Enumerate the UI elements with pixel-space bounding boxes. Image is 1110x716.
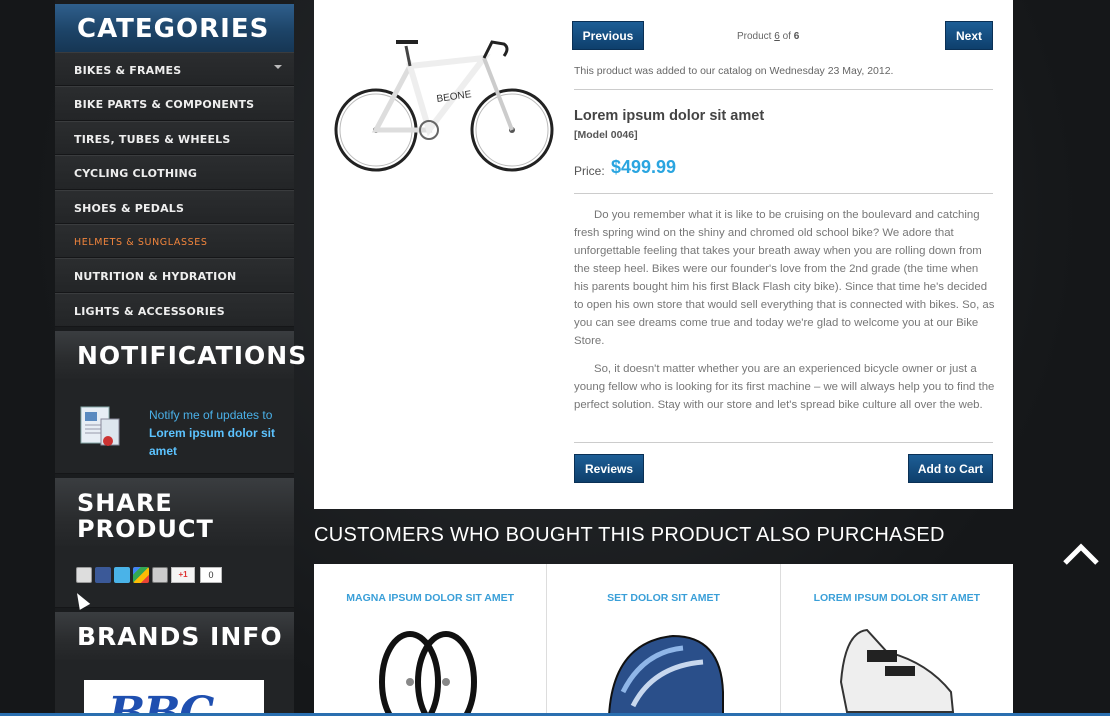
notifications-box: Notify me of updates to Lorem ipsum dolo… — [55, 379, 294, 475]
price-label: Price: — [574, 164, 605, 178]
share-icons: +1 0 — [76, 567, 222, 584]
divider — [574, 442, 993, 443]
category-label: TIRES, TUBES & WHEELS — [74, 132, 231, 146]
google-bookmark-icon[interactable] — [133, 567, 149, 584]
newsletter-icon — [80, 406, 120, 447]
product-details: BEONE Previous Product 6 of 6 Next This … — [314, 0, 1013, 509]
category-label: SHOES & PEDALS — [74, 201, 185, 215]
notifications-header: NOTIFICATIONS — [55, 327, 306, 380]
bike-product-image[interactable]: BEONE — [334, 28, 556, 188]
brands-box: BBC — [55, 660, 294, 716]
brand-logo-text: BBC — [108, 688, 214, 716]
category-tires[interactable]: TIRES, TUBES & WHEELS — [55, 120, 294, 156]
counter-of: of — [779, 31, 794, 42]
sidebar: CATEGORIES BIKES & FRAMES BIKE PARTS & C… — [55, 0, 306, 716]
share-box: +1 0 — [55, 546, 294, 609]
product-counter: Product 6 of 6 — [737, 31, 799, 42]
also-item-name[interactable]: LOREM IPSUM DOLOR SIT AMET — [781, 592, 1013, 604]
counter-prefix: Product — [737, 31, 775, 42]
also-purchased-title: CUSTOMERS WHO BOUGHT THIS PRODUCT ALSO P… — [314, 524, 945, 546]
product-model: [Model 0046] — [574, 129, 638, 141]
description-paragraph: So, it doesn't matter whether you are an… — [574, 363, 995, 411]
category-label: BIKES & FRAMES — [74, 64, 182, 77]
share-product-header: SHARE PRODUCT — [55, 474, 294, 547]
share-title-line2: PRODUCT — [77, 515, 214, 544]
category-bike-parts[interactable]: BIKE PARTS & COMPONENTS — [55, 86, 294, 121]
shoe-image[interactable] — [827, 622, 967, 716]
category-clothing[interactable]: CYCLING CLOTHING — [55, 155, 294, 190]
category-label: HELMETS & SUNGLASSES — [74, 236, 208, 248]
google-plus-count: 0 — [200, 567, 222, 584]
notify-text-lead: Notify me of updates to — [149, 408, 273, 423]
wheels-image[interactable] — [360, 622, 500, 716]
brand-logo[interactable]: BBC — [84, 680, 264, 716]
helmet-image[interactable] — [593, 622, 733, 716]
category-label: BIKE PARTS & COMPONENTS — [74, 98, 255, 112]
categories-header: CATEGORIES — [55, 0, 294, 52]
list-item[interactable]: LOREM IPSUM DOLOR SIT AMET — [781, 564, 1013, 716]
share-title-line1: SHARE — [77, 489, 173, 518]
product-title: Lorem ipsum dolor sit amet — [574, 108, 765, 124]
previous-button[interactable]: Previous — [572, 21, 644, 50]
category-lights[interactable]: LIGHTS & ACCESSORIES — [55, 292, 294, 328]
notify-product-link[interactable]: Lorem ipsum dolor sit amet — [149, 426, 275, 458]
next-button[interactable]: Next — [945, 21, 993, 50]
also-item-name[interactable]: MAGNA IPSUM DOLOR SIT AMET — [314, 592, 546, 604]
counter-total: 6 — [793, 31, 800, 42]
brands-info-header: BRANDS INFO — [55, 608, 294, 661]
divider — [574, 193, 993, 194]
also-item-name[interactable]: SET DOLOR SIT AMET — [547, 592, 779, 604]
category-label: LIGHTS & ACCESSORIES — [74, 304, 225, 318]
reviews-button[interactable]: Reviews — [574, 454, 644, 483]
category-bikes-frames[interactable]: BIKES & FRAMES — [55, 52, 294, 87]
list-item[interactable]: MAGNA IPSUM DOLOR SIT AMET — [314, 564, 548, 716]
google-plus-button[interactable]: +1 — [171, 567, 195, 584]
svg-text:BEONE: BEONE — [436, 89, 473, 105]
add-to-cart-button[interactable]: Add to Cart — [908, 454, 993, 483]
facebook-icon[interactable] — [95, 567, 111, 584]
notify-text[interactable]: Notify me of updates to Lorem ipsum dolo… — [149, 406, 279, 460]
twitter-icon[interactable] — [114, 567, 130, 584]
description-paragraph: Do you remember what it is like to be cr… — [574, 209, 995, 347]
category-label: CYCLING CLOTHING — [74, 167, 198, 181]
category-shoes[interactable]: SHOES & PEDALS — [55, 189, 294, 224]
scroll-to-top-icon[interactable] — [1061, 541, 1101, 567]
category-nutrition[interactable]: NUTRITION & HYDRATION — [55, 258, 294, 293]
product-description: Do you remember what it is like to be cr… — [574, 206, 995, 424]
category-list: BIKES & FRAMES BIKE PARTS & COMPONENTS T… — [55, 52, 294, 328]
category-helmets[interactable]: HELMETS & SUNGLASSES — [55, 223, 294, 259]
date-added-text: This product was added to our catalog on… — [574, 65, 894, 77]
chevron-down-icon[interactable] — [274, 65, 282, 69]
divider — [574, 89, 993, 90]
email-share-icon[interactable] — [76, 567, 92, 584]
price-value: $499.99 — [611, 157, 677, 177]
also-purchased-list: MAGNA IPSUM DOLOR SIT AMET SET DOLOR SIT… — [314, 564, 1013, 716]
category-label: NUTRITION & HYDRATION — [74, 270, 237, 284]
list-item[interactable]: SET DOLOR SIT AMET — [547, 564, 781, 716]
print-icon[interactable] — [152, 567, 168, 584]
